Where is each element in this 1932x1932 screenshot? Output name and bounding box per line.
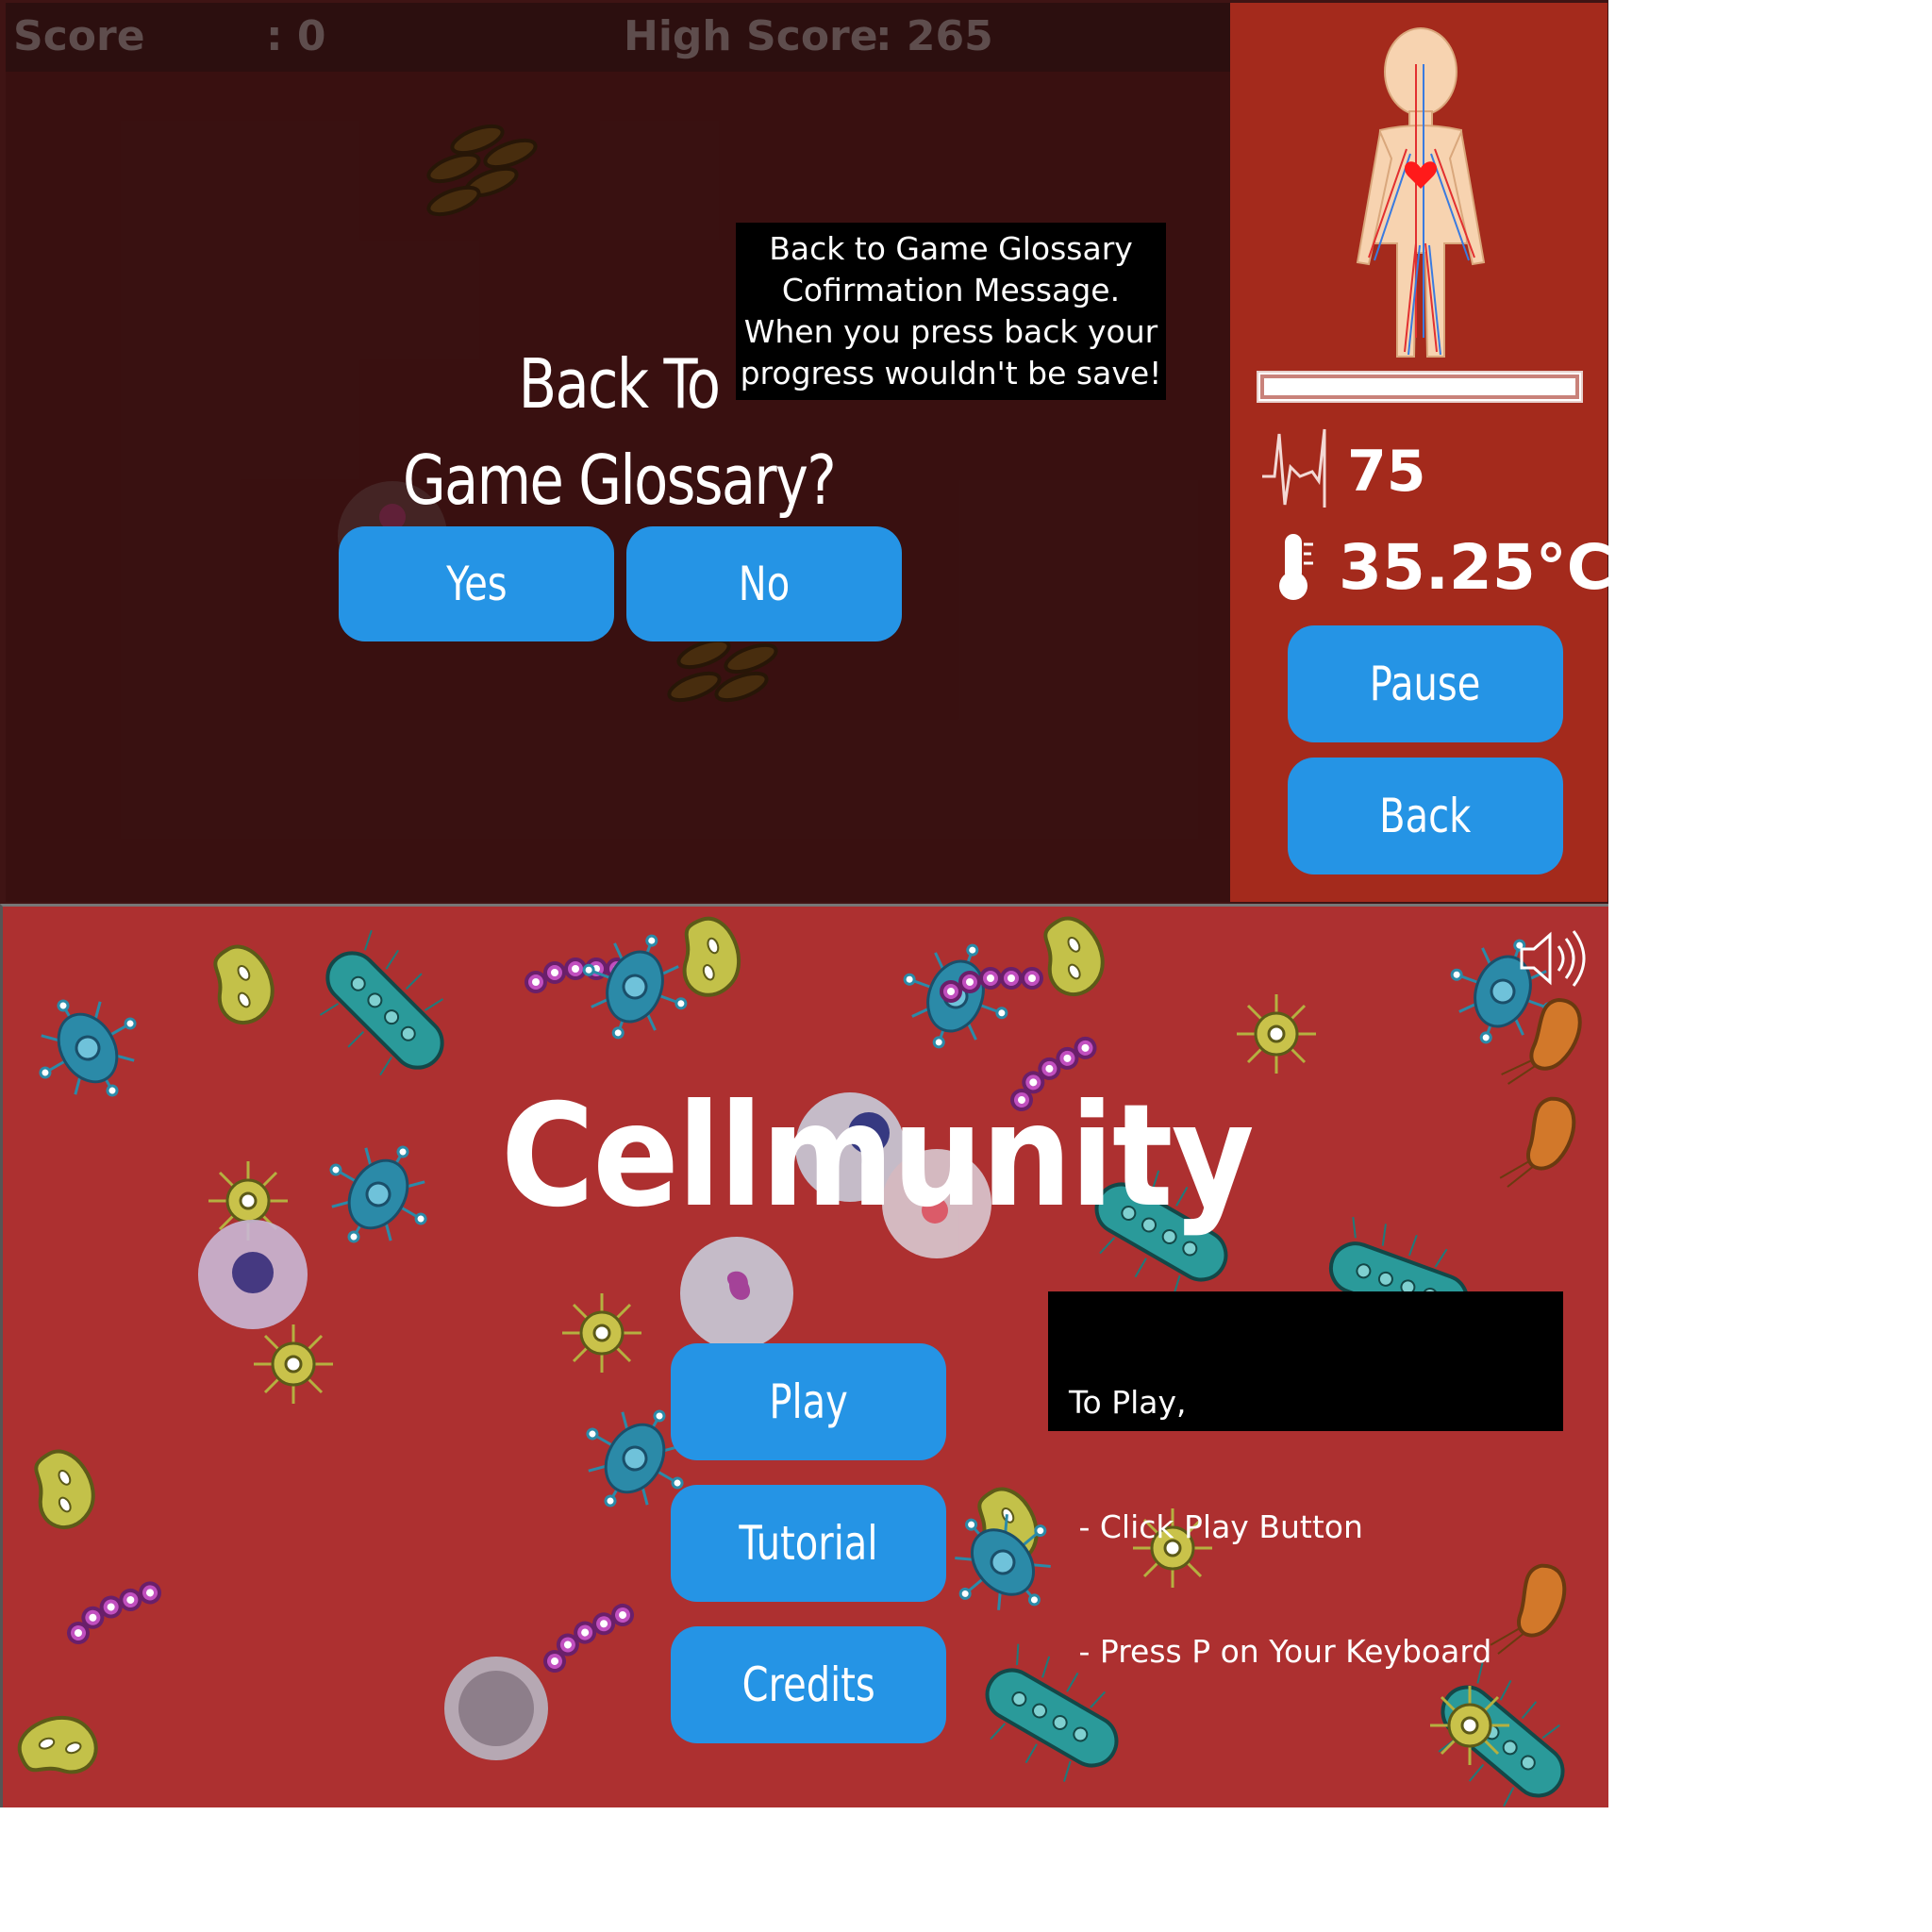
tutorial-button[interactable]: Tutorial [671,1485,946,1602]
main-menu-screen: Cellmunity Play Tutorial Credits To Play… [0,904,1608,1807]
human-body-icon [1356,27,1486,358]
yes-button[interactable]: Yes [339,526,614,641]
score-value: : 0 [266,12,326,60]
back-button[interactable]: Back [1288,758,1563,874]
pause-button[interactable]: Pause [1288,625,1563,742]
instruction-line: To Play, [1069,1384,1187,1421]
heart-rate-value: 75 [1347,439,1426,505]
health-bar [1257,371,1583,403]
score-label: Score [13,12,145,60]
no-button[interactable]: No [626,526,902,641]
play-instructions: To Play, - Click Play Button - Press P o… [1048,1291,1563,1670]
glossary-confirm-screen: Score : 0 High Score : 265 Back To Game … [0,0,1612,904]
status-panel: 75 35.25°C Pause Back [1230,3,1612,902]
play-button[interactable]: Play [671,1343,946,1460]
instruction-line: - Click Play Button [1069,1508,1363,1545]
score-bar: Score : 0 High Score : 265 [6,3,1230,72]
speaker-icon[interactable] [1517,925,1592,991]
game-title: Cellmunity [501,1074,1255,1239]
annotation-line: Back to Game Glossary [769,230,1133,267]
highscore-value: : 265 [875,12,993,60]
highscore-label: High Score [624,12,878,60]
dialog-title-line2: Game Glossary? [402,441,837,520]
credits-button[interactable]: Credits [671,1626,946,1743]
instruction-line: - Press P on Your Keyboard [1069,1633,1492,1670]
game-area: Score : 0 High Score : 265 Back To Game … [6,3,1230,902]
annotation-line: progress wouldn't be save! [740,355,1162,391]
annotation-line: When you press back your [743,313,1158,350]
annotation-line: Cofirmation Message. [781,272,1121,308]
glossary-annotation: Back to Game Glossary Cofirmation Messag… [736,223,1166,400]
temperature-value: 35.25°C [1339,531,1613,604]
thermometer-icon [1279,534,1313,600]
heartbeat-icon [1262,428,1326,508]
